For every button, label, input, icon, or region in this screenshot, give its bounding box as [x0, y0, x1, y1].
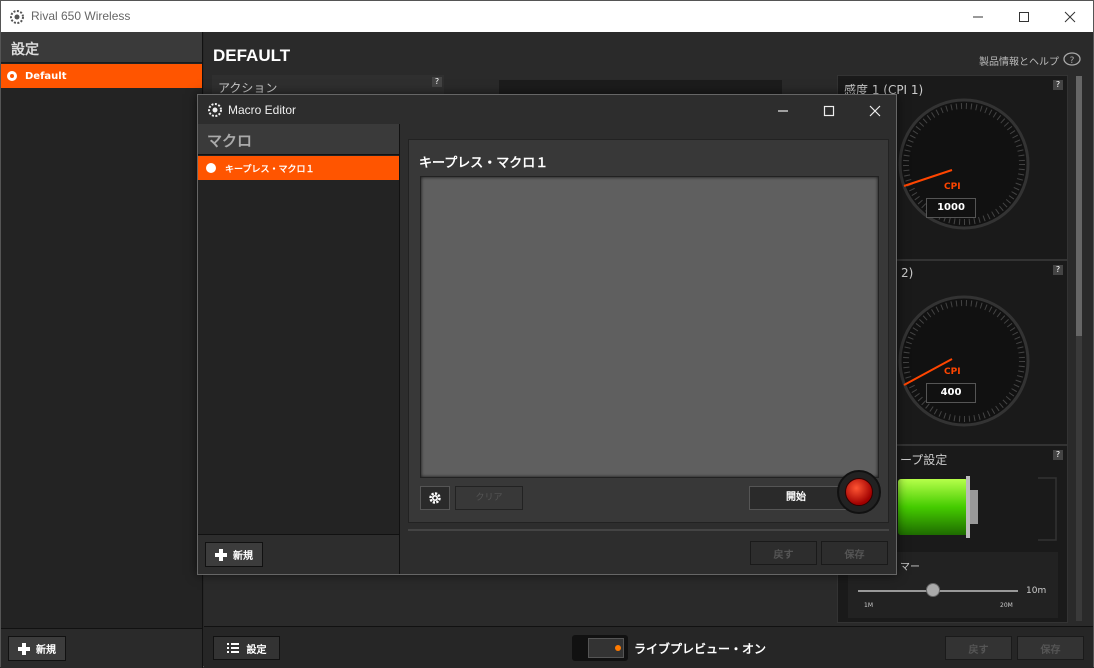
list-icon	[226, 643, 239, 653]
minimize-icon	[778, 109, 788, 112]
help-link[interactable]: 製品情報とヘルプ ?	[979, 52, 1083, 68]
steelseries-logo-icon	[208, 103, 222, 117]
timer-slider-min: 1M	[864, 602, 873, 609]
preview-strip	[499, 80, 782, 94]
save-button[interactable]: 保存	[1017, 636, 1084, 660]
cpi-1-value[interactable]: 1000	[926, 198, 976, 218]
sensitivity-2-label: 2)	[901, 266, 914, 280]
macro-list-footer: 新規	[198, 534, 399, 574]
main-scrollbar[interactable]	[1076, 76, 1082, 621]
dialog-title: Macro Editor	[228, 103, 297, 117]
dialog-revert-button[interactable]: 戻す	[750, 541, 817, 565]
dialog-title-bar: Macro Editor	[198, 95, 896, 124]
app-window: Rival 650 Wireless 設定 Default 新規 DEFAULT…	[0, 0, 1094, 668]
macro-recorder: キープレス・マクロ１ クリア 開始	[408, 139, 889, 523]
live-preview-toggle[interactable]: ライブプレビュー・オン	[572, 635, 766, 661]
live-preview-label: ライブプレビュー・オン	[634, 641, 767, 656]
start-record-button[interactable]: 開始	[749, 486, 849, 510]
help-badge[interactable]: ?	[1053, 450, 1063, 460]
macro-list-item-label: キープレス・マクロ１	[225, 164, 315, 175]
macro-detail-panel: キープレス・マクロ１ クリア 開始 戻す 保存	[401, 124, 896, 574]
maximize-button[interactable]	[1001, 1, 1047, 32]
cpi-gauge-2[interactable]	[894, 291, 1034, 431]
new-macro-button[interactable]: 新規	[205, 542, 263, 567]
new-config-button[interactable]: 新規	[8, 636, 66, 661]
macro-list-panel: マクロ キープレス・マクロ１ 新規	[198, 124, 400, 574]
cpi-1-label: CPI	[944, 182, 961, 192]
macro-settings-button[interactable]	[420, 486, 450, 510]
window-title: Rival 650 Wireless	[31, 9, 131, 23]
steelseries-logo-icon	[10, 10, 24, 24]
help-chat-icon: ?	[1063, 52, 1081, 66]
macro-list-item[interactable]: キープレス・マクロ１	[198, 156, 399, 180]
title-bar: Rival 650 Wireless	[1, 1, 1093, 32]
dialog-divider	[408, 529, 889, 531]
timer-slider-max: 20M	[1000, 602, 1013, 609]
action-panel: アクション ?	[212, 75, 444, 95]
clear-button[interactable]: クリア	[455, 486, 523, 510]
close-button[interactable]	[1047, 1, 1093, 32]
dialog-save-button[interactable]: 保存	[821, 541, 888, 565]
dialog-close-button[interactable]	[852, 95, 898, 126]
sidebar-footer: 新規	[1, 628, 202, 668]
cpi-2-value[interactable]: 400	[926, 383, 976, 403]
close-icon	[1064, 11, 1076, 22]
new-config-label: 新規	[36, 645, 56, 656]
maximize-icon	[1019, 11, 1029, 22]
macro-editor-dialog: Macro Editor マクロ キープレス・マクロ１ 新規 キープレス・マクロ…	[197, 94, 897, 575]
scrollbar-thumb[interactable]	[1076, 76, 1082, 336]
settings-button[interactable]: 設定	[213, 636, 280, 660]
settings-button-label: 設定	[246, 644, 267, 656]
sidebar-item-default[interactable]: Default	[1, 64, 202, 88]
dialog-maximize-button[interactable]	[806, 95, 852, 126]
plus-icon	[215, 548, 227, 561]
bottom-bar: 設定 ライブプレビュー・オン 戻す 保存	[204, 626, 1093, 668]
minimize-icon	[973, 16, 983, 17]
new-macro-label: 新規	[233, 551, 253, 562]
help-link-label: 製品情報とヘルプ	[979, 56, 1059, 68]
battery-label: ープ設定	[900, 453, 948, 467]
macro-list-header: マクロ	[198, 124, 399, 155]
live-indicator-icon	[615, 645, 621, 651]
help-badge[interactable]: ?	[1053, 80, 1063, 90]
revert-button[interactable]: 戻す	[945, 636, 1012, 660]
macro-events-area[interactable]	[420, 176, 879, 478]
selected-indicator-icon	[206, 163, 216, 173]
maximize-icon	[823, 105, 835, 116]
cpi-2-label: CPI	[944, 367, 961, 377]
dialog-minimize-button[interactable]	[760, 95, 806, 126]
timer-label: マー	[900, 562, 920, 573]
record-icon	[845, 478, 873, 506]
sidebar-item-label: Default	[25, 70, 67, 82]
timer-slider-thumb[interactable]	[926, 583, 940, 597]
battery-icon	[898, 476, 1057, 541]
svg-text:?: ?	[1070, 56, 1075, 66]
live-preview-switch[interactable]	[572, 635, 628, 661]
macro-name[interactable]: キープレス・マクロ１	[419, 152, 548, 171]
sidebar-header: 設定	[1, 32, 202, 63]
help-badge[interactable]: ?	[432, 77, 442, 87]
close-icon	[869, 105, 881, 116]
help-badge[interactable]: ?	[1053, 265, 1063, 275]
selected-indicator-icon	[7, 71, 17, 81]
plus-icon	[18, 642, 30, 655]
timer-slider-value: 10m	[1026, 586, 1047, 596]
config-sidebar: 設定 Default 新規	[1, 32, 203, 668]
gear-icon	[429, 492, 441, 504]
minimize-button[interactable]	[955, 1, 1001, 32]
record-button[interactable]	[837, 470, 881, 514]
page-title: DEFAULT	[213, 46, 291, 65]
